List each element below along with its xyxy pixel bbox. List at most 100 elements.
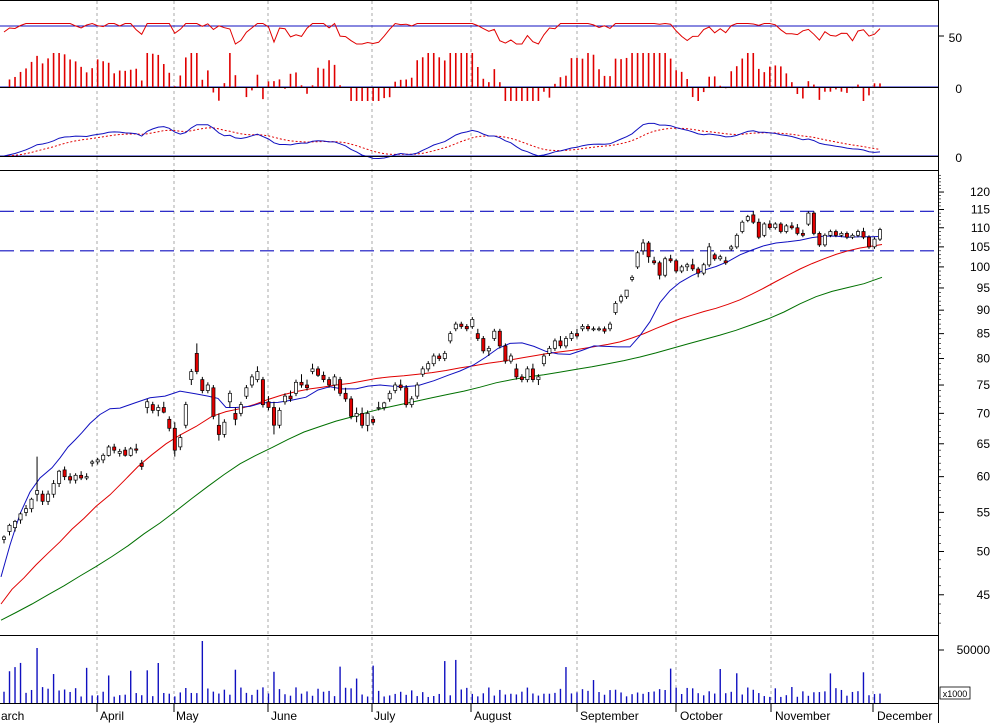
candle-down <box>200 379 205 391</box>
candle-up <box>564 338 568 347</box>
candle-up <box>90 461 95 464</box>
month-label: July <box>374 709 395 723</box>
candle-up <box>635 252 640 268</box>
candle-up <box>7 524 12 532</box>
candle-down <box>288 395 293 400</box>
candle-up <box>294 381 298 394</box>
candle-up <box>393 384 398 391</box>
candle-up <box>255 371 260 380</box>
candle-up <box>679 266 684 272</box>
candle-up <box>310 368 315 372</box>
price-tick-label: 80 <box>977 352 991 366</box>
candle-down <box>795 227 800 234</box>
candle-up <box>701 264 706 274</box>
candle-up <box>101 454 106 461</box>
candle-down <box>558 340 563 347</box>
candle-up <box>354 413 359 417</box>
candle-down <box>602 328 607 332</box>
candle-up <box>249 376 254 386</box>
candle-down <box>272 407 276 426</box>
candle-down <box>233 413 238 420</box>
candle-down <box>305 384 309 389</box>
candle-down <box>327 379 332 386</box>
candle-up <box>806 212 811 225</box>
candle-down <box>861 231 866 238</box>
candle-up <box>619 296 624 302</box>
candle-up <box>365 413 370 426</box>
candle-down <box>338 379 343 394</box>
candle-down <box>343 392 348 400</box>
candle-up <box>597 328 601 331</box>
candle-up <box>29 498 34 510</box>
candle-down <box>321 374 326 380</box>
volume-unit-label: x1000 <box>943 689 968 699</box>
candle-down <box>657 262 662 276</box>
candle-up <box>24 508 28 513</box>
candle-up <box>283 395 287 403</box>
candle-down <box>216 424 221 435</box>
candle-down <box>161 407 166 413</box>
candle-up <box>145 401 150 408</box>
candle-up <box>872 238 877 248</box>
candle-down <box>800 233 805 236</box>
candle-down <box>79 474 84 479</box>
month-label: December <box>877 709 932 723</box>
candle-down <box>690 264 695 270</box>
candle-down <box>475 333 480 339</box>
candle-up <box>734 234 739 248</box>
candle-up <box>117 451 122 454</box>
candle-down <box>464 326 469 330</box>
candle-up <box>431 355 436 365</box>
candle-up <box>729 246 734 250</box>
candle-up <box>35 490 40 495</box>
candle-up <box>205 384 210 391</box>
candle-up <box>745 216 750 221</box>
price-tick-label: 95 <box>977 281 991 295</box>
candle-up <box>227 392 232 403</box>
candle-down <box>789 225 794 229</box>
price-tick-label: 70 <box>977 406 991 420</box>
candle-down <box>371 418 376 423</box>
candle-down <box>260 379 265 406</box>
candle-down <box>833 231 838 236</box>
candle-up <box>630 276 635 280</box>
candle-up <box>409 398 414 405</box>
month-label: June <box>271 709 297 723</box>
candle-down <box>211 387 216 417</box>
candle-up <box>387 392 392 400</box>
candle-up <box>57 470 62 484</box>
price-tick-label: 75 <box>977 378 991 392</box>
candle-down <box>723 260 728 264</box>
candle-up <box>442 353 447 359</box>
candle-up <box>189 371 194 380</box>
candle-up <box>828 231 833 236</box>
candle-up <box>84 476 89 479</box>
candle-down <box>575 333 579 337</box>
candle-down <box>68 476 73 481</box>
candle-down <box>497 330 502 347</box>
candle-up <box>238 404 243 414</box>
price-tick-label: 110 <box>971 221 990 235</box>
candle-up <box>856 231 860 236</box>
candle-up <box>718 256 723 260</box>
candle-down <box>316 368 320 376</box>
candle-down <box>503 345 508 362</box>
candle-up <box>762 223 767 236</box>
candle-up <box>547 348 552 354</box>
candle-up <box>95 459 100 463</box>
candle-down <box>459 323 464 327</box>
candle-up <box>277 410 282 426</box>
candle-up <box>784 225 789 232</box>
candle-down <box>360 413 365 426</box>
candle-up <box>128 448 133 456</box>
candle-down <box>437 355 442 359</box>
candle-up <box>613 303 618 313</box>
candle-down <box>778 223 783 232</box>
month-label: May <box>176 709 199 723</box>
candle-up <box>740 221 745 232</box>
candle-up <box>878 229 882 240</box>
month-label: August <box>474 709 512 723</box>
momentum-tick-label: 0 <box>955 82 962 96</box>
candle-up <box>382 402 387 408</box>
candle-up <box>492 330 497 339</box>
